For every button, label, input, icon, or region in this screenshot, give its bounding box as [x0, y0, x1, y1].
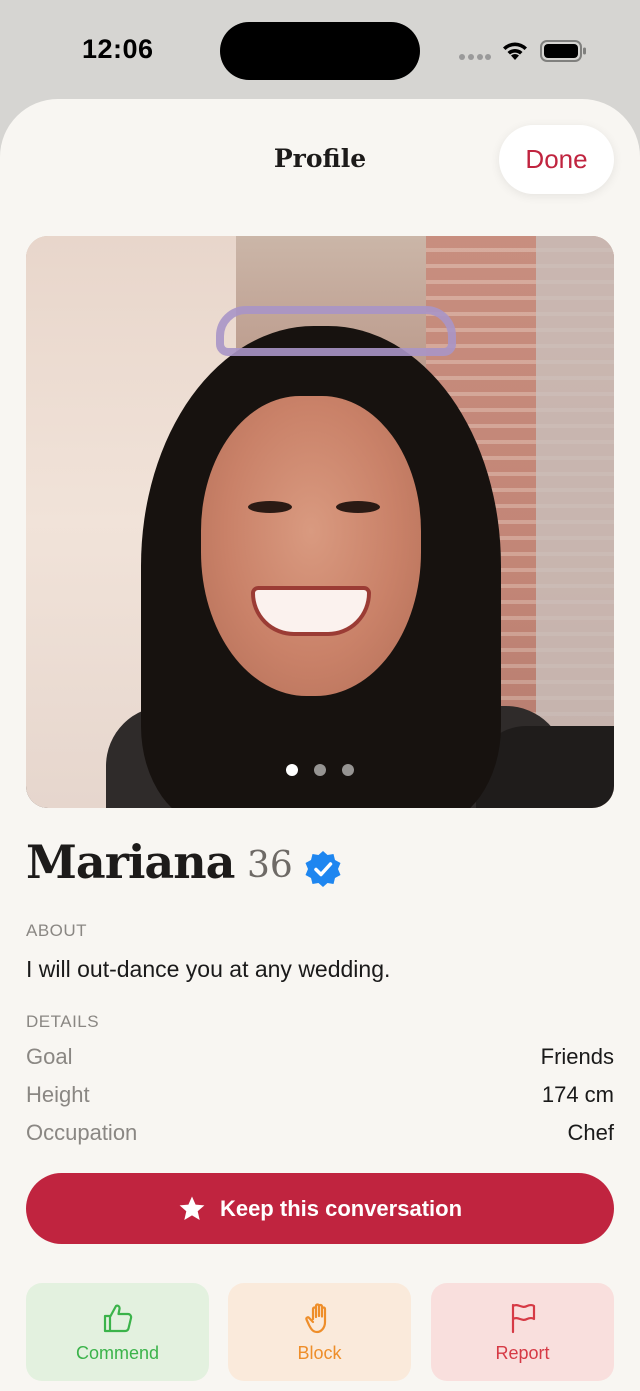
profile-name: Mariana [26, 835, 235, 889]
detail-row-height: Height 174 cm [26, 1082, 614, 1112]
detail-key: Goal [26, 1044, 73, 1069]
detail-key: Occupation [26, 1120, 138, 1145]
profile-age: 36 [247, 845, 293, 886]
about-label: ABOUT [26, 921, 88, 940]
dynamic-island [220, 22, 420, 80]
detail-row-goal: Goal Friends [26, 1044, 614, 1074]
detail-value: 174 cm [541, 1082, 614, 1107]
status-bar: 12:06 [0, 0, 640, 100]
photo-eye-right [336, 501, 380, 513]
keep-conversation-button[interactable]: Keep this conversation [26, 1173, 614, 1244]
report-button[interactable]: Report [431, 1283, 614, 1381]
block-label: Block [297, 1342, 342, 1363]
page-dot-3[interactable] [342, 764, 354, 776]
detail-value: Friends [540, 1044, 614, 1069]
hand-icon [304, 1302, 326, 1333]
detail-value: Chef [567, 1120, 614, 1145]
details-label: DETAILS [26, 1012, 100, 1031]
commend-button[interactable]: Commend [26, 1283, 209, 1381]
wifi-icon [503, 42, 527, 60]
profile-photo[interactable] [26, 236, 614, 808]
status-time: 12:06 [82, 34, 154, 64]
thumbs-up-icon [103, 1304, 132, 1332]
flag-icon [511, 1303, 535, 1333]
cellular-signal-icon [459, 54, 491, 62]
page-dot-2[interactable] [314, 764, 326, 776]
detail-row-occupation: Occupation Chef [26, 1120, 614, 1150]
commend-label: Commend [75, 1342, 160, 1363]
about-text: I will out-dance you at any wedding. [26, 956, 391, 982]
photo-face [201, 396, 421, 696]
keep-conversation-label: Keep this conversation [219, 1195, 463, 1221]
photo-eye-left [248, 501, 292, 513]
block-button[interactable]: Block [228, 1283, 411, 1381]
photo-page-indicator[interactable] [286, 764, 366, 776]
done-button[interactable]: Done [499, 125, 614, 194]
photo-sunglasses [216, 306, 456, 356]
profile-sheet: Profile Done Mariana 36 ABOUT I will out… [0, 99, 640, 1391]
battery-icon [540, 40, 586, 62]
detail-key: Height [26, 1082, 90, 1107]
verified-badge-icon [305, 851, 341, 887]
report-label: Report [495, 1342, 550, 1363]
star-icon [179, 1196, 205, 1220]
page-dot-1[interactable] [286, 764, 298, 776]
